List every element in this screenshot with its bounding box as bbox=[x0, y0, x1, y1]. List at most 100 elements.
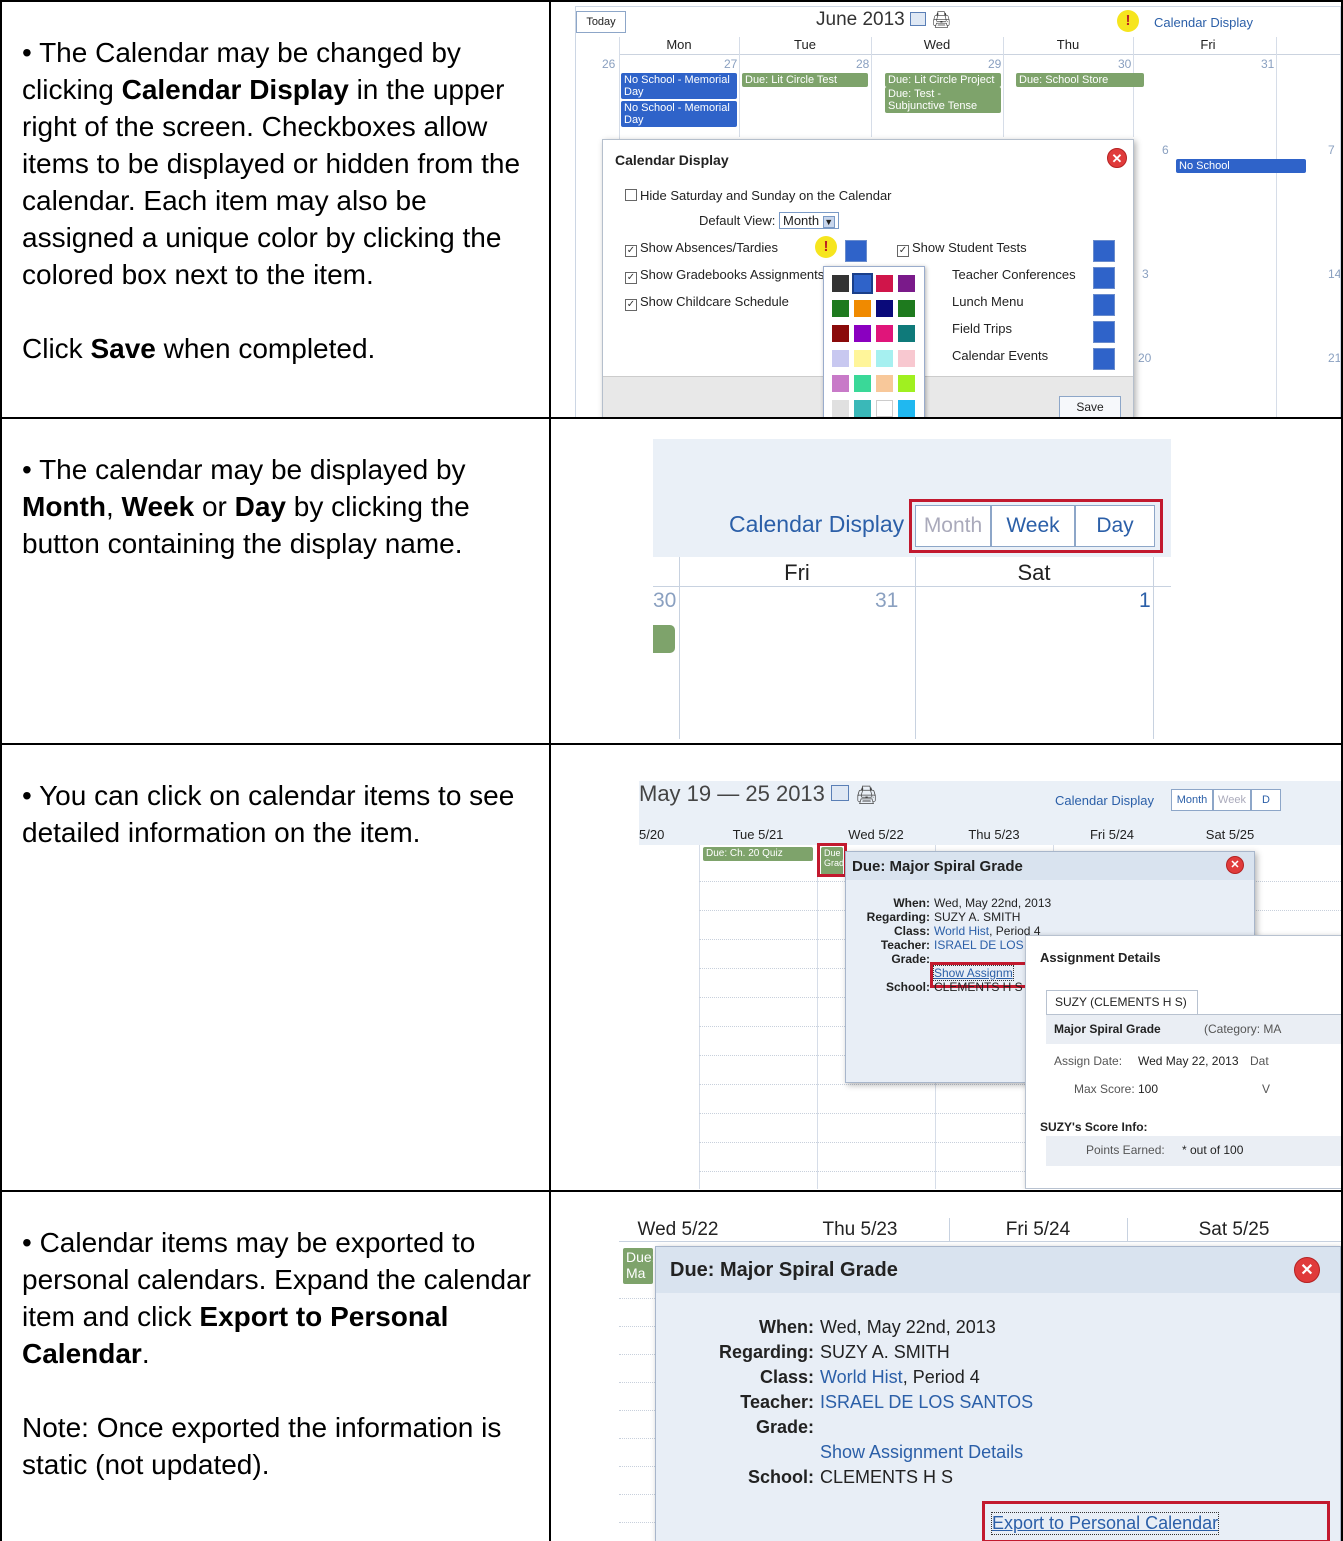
calendar-event[interactable]: Due: Ch. 20 Quiz bbox=[703, 847, 813, 861]
view-switch-screenshot: Calendar Display Month Week Day Fri Sat … bbox=[653, 439, 1171, 739]
checkbox-option[interactable]: ✓ Show Student Tests bbox=[897, 240, 1027, 257]
color-swatch[interactable] bbox=[898, 325, 915, 342]
assignment-details-panel: Assignment Details SUZY (CLEMENTS H S) M… bbox=[1025, 935, 1341, 1189]
tab-student[interactable]: SUZY (CLEMENTS H S) bbox=[1046, 990, 1198, 1014]
close-icon[interactable]: ✕ bbox=[1294, 1257, 1320, 1283]
color-swatch[interactable] bbox=[898, 300, 915, 317]
day-header: Wed bbox=[923, 37, 951, 52]
color-swatch[interactable] bbox=[832, 275, 849, 292]
screenshot-cell: Today June 2013 🖨 ! Calendar Display Mon… bbox=[551, 2, 1343, 417]
color-swatch[interactable] bbox=[832, 350, 849, 367]
dialog-title: Calendar Display bbox=[615, 152, 729, 168]
day-header: Fri bbox=[784, 560, 810, 585]
day-button[interactable]: D bbox=[1251, 789, 1281, 811]
print-icon[interactable]: 🖨 bbox=[855, 785, 878, 805]
color-swatch[interactable] bbox=[854, 325, 871, 342]
color-swatch[interactable] bbox=[876, 275, 893, 292]
show-assignment-link[interactable]: Show Assignment Details bbox=[820, 1442, 1023, 1463]
screenshot-cell: May 19 — 25 2013 🖨 Calendar Display Mont… bbox=[551, 745, 1343, 1190]
details-title: Assignment Details bbox=[1040, 950, 1161, 965]
day-header: Sat bbox=[1017, 560, 1051, 585]
color-swatch[interactable] bbox=[832, 325, 849, 342]
color-swatch[interactable] bbox=[854, 350, 871, 367]
checkbox-option[interactable]: ✓ Show Childcare Schedule bbox=[625, 294, 789, 311]
teacher-link[interactable]: ISRAEL DE LOS SANTOS bbox=[820, 1392, 1033, 1413]
week-button[interactable]: Week bbox=[1213, 789, 1251, 811]
highlight-box bbox=[982, 1501, 1330, 1541]
color-palette bbox=[823, 266, 925, 417]
color-picker-button[interactable] bbox=[1093, 321, 1115, 343]
month-button[interactable]: Month bbox=[1171, 789, 1213, 811]
color-swatch[interactable] bbox=[854, 375, 871, 392]
calendar-picker-icon[interactable] bbox=[831, 785, 850, 801]
calendar-week-screenshot: May 19 — 25 2013 🖨 Calendar Display Mont… bbox=[639, 781, 1341, 1189]
color-swatch[interactable] bbox=[898, 275, 915, 292]
instruction-table: • The Calendar may be changed by clickin… bbox=[0, 0, 1343, 1541]
instruction-cell: • You can click on calendar items to see… bbox=[0, 745, 551, 1190]
color-picker-button[interactable] bbox=[1093, 348, 1115, 370]
day-header: Tue bbox=[794, 37, 816, 52]
color-picker-button[interactable] bbox=[1093, 267, 1115, 289]
instruction-cell: • The calendar may be displayed by Month… bbox=[0, 419, 551, 743]
class-link[interactable]: World Hist bbox=[820, 1367, 903, 1387]
color-swatch[interactable] bbox=[832, 375, 849, 392]
color-picker-button[interactable] bbox=[1093, 294, 1115, 316]
class-link[interactable]: World Hist bbox=[934, 924, 989, 938]
color-swatch[interactable] bbox=[876, 400, 893, 417]
calendar-event[interactable]: Due: Lit Circle Test bbox=[742, 73, 868, 87]
color-swatch[interactable] bbox=[876, 300, 893, 317]
close-icon[interactable]: ✕ bbox=[1107, 148, 1127, 168]
calendar-display-link[interactable]: Calendar Display bbox=[729, 511, 904, 538]
color-swatch[interactable] bbox=[876, 350, 893, 367]
calendar-display-link[interactable]: Calendar Display bbox=[1154, 15, 1253, 30]
hide-weekend-option[interactable]: Hide Saturday and Sunday on the Calendar bbox=[625, 188, 892, 203]
checkbox-option[interactable]: ✓ Show Gradebooks Assignments bbox=[625, 267, 824, 284]
table-row: • Calendar items may be exported to pers… bbox=[0, 1190, 1343, 1541]
alert-icon: ! bbox=[1117, 10, 1139, 32]
calendar-picker-icon[interactable] bbox=[910, 12, 927, 26]
table-row: • You can click on calendar items to see… bbox=[0, 743, 1343, 1190]
calendar-display-dialog: Calendar Display ✕ Hide Saturday and Sun… bbox=[602, 139, 1134, 417]
color-picker-button[interactable] bbox=[845, 240, 867, 262]
day-header: Mon bbox=[666, 37, 692, 52]
option-label: Teacher Conferences bbox=[952, 267, 1076, 282]
color-swatch[interactable] bbox=[898, 350, 915, 367]
calendar-event[interactable]: No School - Memorial Day bbox=[621, 101, 737, 127]
week-title: May 19 — 25 2013 🖨 bbox=[639, 781, 879, 806]
month-title: June 2013 🖨 bbox=[816, 9, 952, 30]
popup-title: Due: Major Spiral Grade bbox=[670, 1259, 898, 1281]
instruction-paragraph: • The calendar may be displayed by Month… bbox=[22, 454, 470, 559]
calendar-event[interactable]: Due: Test - Subjunctive Tense bbox=[885, 87, 1001, 113]
color-swatch[interactable] bbox=[898, 375, 915, 392]
today-button[interactable]: Today bbox=[576, 11, 626, 33]
calendar-event[interactable] bbox=[653, 625, 675, 653]
option-label: Calendar Events bbox=[952, 348, 1049, 363]
checkbox-option[interactable]: ✓ Show Absences/Tardies bbox=[625, 240, 778, 257]
popup-title: Due: Major Spiral Grade bbox=[852, 858, 1023, 875]
color-swatch[interactable] bbox=[832, 400, 849, 417]
color-swatch[interactable] bbox=[876, 375, 893, 392]
instruction-paragraph: • Calendar items may be exported to pers… bbox=[22, 1227, 532, 1369]
calendar-event[interactable]: Due: School Store bbox=[1016, 73, 1144, 87]
default-view-select[interactable]: Month ▼ bbox=[778, 212, 839, 229]
day-header: Fri bbox=[1200, 37, 1216, 52]
close-icon[interactable]: ✕ bbox=[1226, 856, 1244, 874]
table-row: • The calendar may be displayed by Month… bbox=[0, 419, 1343, 743]
calendar-event[interactable]: Due: Lit Circle Project bbox=[885, 73, 1001, 87]
save-button[interactable]: Save bbox=[1059, 396, 1121, 417]
highlight-box bbox=[817, 843, 847, 877]
color-swatch[interactable] bbox=[832, 300, 849, 317]
calendar-display-link[interactable]: Calendar Display bbox=[1055, 793, 1154, 808]
color-picker-button[interactable] bbox=[1093, 240, 1115, 262]
calendar-event[interactable]: No School - Memorial Day bbox=[621, 73, 737, 99]
print-icon[interactable]: 🖨 bbox=[931, 12, 951, 29]
color-swatch[interactable] bbox=[898, 400, 915, 417]
color-swatch[interactable] bbox=[876, 325, 893, 342]
calendar-event[interactable]: Due: Ma Grade bbox=[623, 1248, 653, 1284]
color-swatch[interactable] bbox=[854, 300, 871, 317]
color-swatch[interactable] bbox=[852, 273, 873, 294]
color-swatch[interactable] bbox=[854, 400, 871, 417]
calendar-event[interactable]: No School bbox=[1176, 159, 1306, 173]
option-label: Lunch Menu bbox=[952, 294, 1024, 309]
checkbox[interactable] bbox=[625, 189, 637, 201]
